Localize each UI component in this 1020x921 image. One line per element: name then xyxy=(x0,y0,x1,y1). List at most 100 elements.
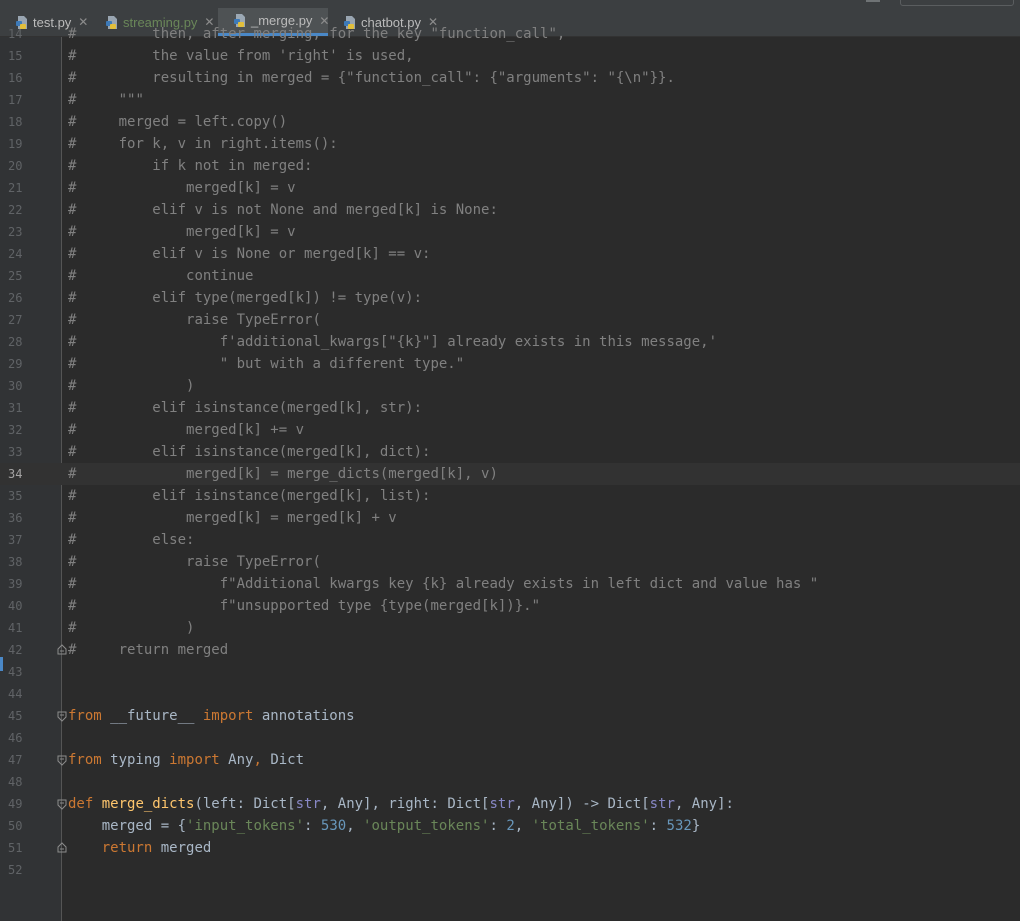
code-line[interactable]: 39 # f"Additional kwargs key {k} already … xyxy=(0,573,1020,595)
code-text: # elif isinstance(merged[k], dict): xyxy=(68,441,430,463)
code-line[interactable]: 17 # """ xyxy=(0,89,1020,111)
code-line[interactable]: 47 from typing import Any, Dict xyxy=(0,749,1020,771)
code-line[interactable]: 28 # f'additional_kwargs["{k}"] already e… xyxy=(0,331,1020,353)
code-line[interactable]: 36 # merged[k] = merged[k] + v xyxy=(0,507,1020,529)
code-line[interactable]: 21 # merged[k] = v xyxy=(0,177,1020,199)
code-line[interactable]: 44 xyxy=(0,683,1020,705)
code-text: # f"unsupported type {type(merged[k])}." xyxy=(68,595,540,617)
code-line[interactable]: 31 # elif isinstance(merged[k], str): xyxy=(0,397,1020,419)
title-bar xyxy=(0,0,1020,8)
code-line[interactable]: 41 # ) xyxy=(0,617,1020,639)
code-line[interactable]: 51 return merged xyxy=(0,837,1020,859)
code-text: # merged[k] = v xyxy=(68,221,296,243)
code-line[interactable]: 38 # raise TypeError( xyxy=(0,551,1020,573)
code-line[interactable]: 42 # return merged xyxy=(0,639,1020,661)
code-text: # return merged xyxy=(68,639,228,661)
code-token: merged[k] = merged[k] + v xyxy=(76,510,397,526)
line-number: 27 xyxy=(8,313,23,327)
code-token: (left: Dict[ xyxy=(194,796,296,812)
line-number: 15 xyxy=(8,49,23,63)
fold-end-icon[interactable] xyxy=(57,837,67,859)
code-line[interactable]: 30 # ) xyxy=(0,375,1020,397)
code-line[interactable]: 16 # resulting in merged = {"function_cal… xyxy=(0,67,1020,89)
line-number: 22 xyxy=(8,203,23,217)
code-token: import xyxy=(202,708,254,724)
code-line[interactable]: 49 def merge_dicts(left: Dict[str, Any], … xyxy=(0,793,1020,815)
fold-start-icon[interactable] xyxy=(57,793,67,815)
code-line[interactable]: 37 # else: xyxy=(0,529,1020,551)
code-token: , xyxy=(346,818,364,834)
code-token: merged[k] += v xyxy=(76,422,305,438)
fold-start-icon[interactable] xyxy=(57,705,67,727)
code-line[interactable]: 33 # elif isinstance(merged[k], dict): xyxy=(0,441,1020,463)
code-token: from xyxy=(68,708,102,724)
code-line[interactable]: 50 merged = {'input_tokens': 530, 'outpu… xyxy=(0,815,1020,837)
code-line[interactable]: 45 from __future__ import annotations xyxy=(0,705,1020,727)
code-token: merged = { xyxy=(68,818,187,834)
code-text: # if k not in merged: xyxy=(68,155,312,177)
code-line[interactable]: 32 # merged[k] += v xyxy=(0,419,1020,441)
code-line[interactable]: 29 # " but with a different type." xyxy=(0,353,1020,375)
code-line[interactable]: 34 # merged[k] = merge_dicts(merged[k], v… xyxy=(0,463,1020,485)
code-line[interactable]: 43 xyxy=(0,661,1020,683)
minimize-icon[interactable] xyxy=(866,0,880,2)
code-line[interactable]: 25 # continue xyxy=(0,265,1020,287)
code-line[interactable]: 20 # if k not in merged: xyxy=(0,155,1020,177)
code-line[interactable]: 19 # for k, v in right.items(): xyxy=(0,133,1020,155)
code-token: Dict xyxy=(261,752,305,768)
line-number: 20 xyxy=(8,159,23,173)
code-line[interactable]: 48 xyxy=(0,771,1020,793)
code-token: " but with a different type." xyxy=(76,356,465,372)
code-text: # then, after merging, for the key "func… xyxy=(68,23,565,45)
code-line[interactable]: 15 # the value from 'right' is used, xyxy=(0,45,1020,67)
code-token: the value from 'right' is used, xyxy=(76,48,414,64)
code-line[interactable]: 35 # elif isinstance(merged[k], list): xyxy=(0,485,1020,507)
code-text: # raise TypeError( xyxy=(68,551,321,573)
code-text: # ) xyxy=(68,617,194,639)
code-line[interactable]: 52 xyxy=(0,859,1020,881)
fold-start-icon[interactable] xyxy=(57,749,67,771)
code-text: # ) xyxy=(68,375,194,397)
line-number: 52 xyxy=(8,863,23,877)
code-text: # f'additional_kwargs["{k}"] already exi… xyxy=(68,331,717,353)
line-number: 38 xyxy=(8,555,23,569)
code-line[interactable]: 23 # merged[k] = v xyxy=(0,221,1020,243)
code-text: # raise TypeError( xyxy=(68,309,321,331)
code-token: 532 xyxy=(666,818,692,834)
line-number: 26 xyxy=(8,291,23,305)
code-text: # elif isinstance(merged[k], str): xyxy=(68,397,422,419)
code-line[interactable]: 26 # elif type(merged[k]) != type(v): xyxy=(0,287,1020,309)
line-number: 25 xyxy=(8,269,23,283)
code-token: elif isinstance(merged[k], str): xyxy=(76,400,423,416)
code-line[interactable]: 46 xyxy=(0,727,1020,749)
line-number: 34 xyxy=(8,467,23,481)
code-text: # the value from 'right' is used, xyxy=(68,45,414,67)
line-number: 37 xyxy=(8,533,23,547)
code-token: resulting in merged = {"function_call": … xyxy=(76,70,675,86)
code-token: : xyxy=(304,818,321,834)
code-line[interactable]: 18 # merged = left.copy() xyxy=(0,111,1020,133)
code-text: def merge_dicts(left: Dict[str, Any], ri… xyxy=(68,793,734,815)
code-token: return xyxy=(101,840,153,856)
code-line[interactable]: 27 # raise TypeError( xyxy=(0,309,1020,331)
code-token: typing xyxy=(101,752,170,768)
code-text: # merged[k] = merged[k] + v xyxy=(68,507,397,529)
code-text: # merged[k] = merge_dicts(merged[k], v) xyxy=(68,463,498,485)
line-number: 43 xyxy=(8,665,23,679)
fold-end-icon[interactable] xyxy=(57,639,67,661)
code-line[interactable]: 22 # elif v is not None and merged[k] is … xyxy=(0,199,1020,221)
line-number: 23 xyxy=(8,225,23,239)
code-line[interactable]: 14 # then, after merging, for the key "fu… xyxy=(0,23,1020,45)
line-number: 45 xyxy=(8,709,23,723)
code-token: elif isinstance(merged[k], dict): xyxy=(76,444,431,460)
code-token: str xyxy=(295,796,321,812)
code-line[interactable]: 24 # elif v is None or merged[k] == v: xyxy=(0,243,1020,265)
line-number: 35 xyxy=(8,489,23,503)
run-config-selector[interactable] xyxy=(900,0,1014,6)
line-number: 17 xyxy=(8,93,23,107)
line-number: 29 xyxy=(8,357,23,371)
line-number: 46 xyxy=(8,731,23,745)
code-line[interactable]: 40 # f"unsupported type {type(merged[k])}… xyxy=(0,595,1020,617)
code-token: elif v is None or merged[k] == v: xyxy=(76,246,431,262)
